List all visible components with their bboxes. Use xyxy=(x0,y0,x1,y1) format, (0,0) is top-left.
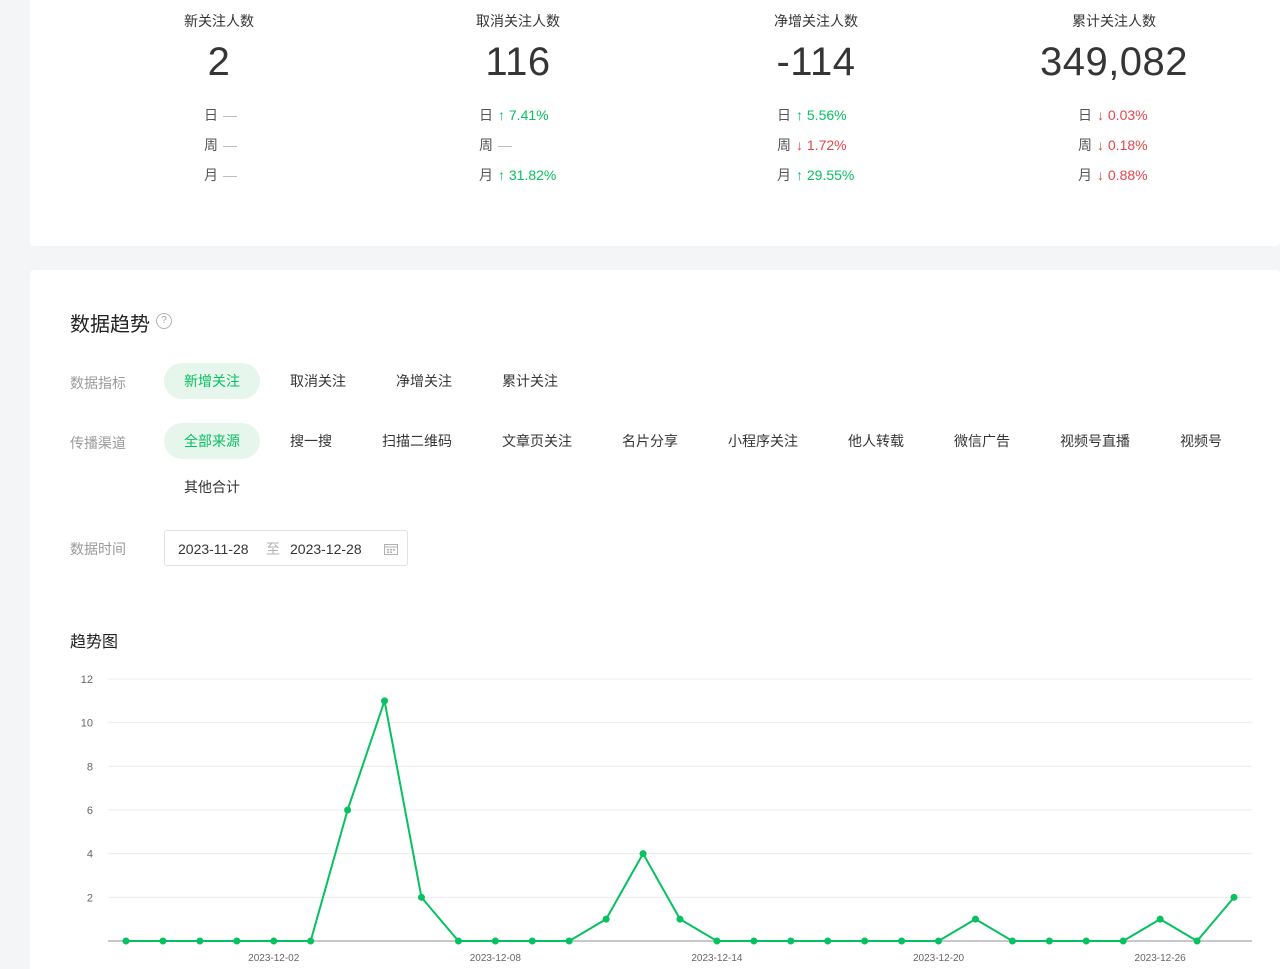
stat-row-label: 周 xyxy=(777,137,791,153)
stat-row-delta: ↓ 0.18% xyxy=(1097,137,1148,153)
data-point xyxy=(602,915,610,923)
stat-row-day: 日 ↑ 5.56% xyxy=(772,105,847,125)
y-tick-label: 8 xyxy=(87,761,93,773)
data-point xyxy=(1230,893,1238,901)
stat-row-label: 周 xyxy=(204,137,218,153)
stat-value: 349,082 xyxy=(1039,40,1189,84)
stat-row-label: 周 xyxy=(479,137,493,153)
data-point xyxy=(1119,937,1127,945)
stat-row-label: 月 xyxy=(204,167,218,183)
stat-title: 累计关注人数 xyxy=(1072,13,1156,29)
stat-row-delta: ↓ 0.88% xyxy=(1097,167,1148,183)
stat-row-day: 日 — xyxy=(199,105,237,125)
series-line xyxy=(126,699,1235,942)
x-tick-label: 2023-12-08 xyxy=(470,953,522,964)
data-point xyxy=(935,937,943,945)
data-point xyxy=(159,937,167,945)
y-tick-label: 2 xyxy=(87,892,93,904)
data-point xyxy=(713,937,721,945)
stat-title: 取消关注人数 xyxy=(476,13,560,29)
stat-row-day: 日 ↓ 0.03% xyxy=(1073,105,1148,125)
data-point xyxy=(1045,937,1053,945)
x-tick-label: 2023-12-02 xyxy=(248,953,300,964)
data-point xyxy=(1082,937,1090,945)
data-point xyxy=(971,915,979,923)
stat-row-label: 月 xyxy=(1078,167,1092,183)
stat-row-label: 日 xyxy=(479,107,493,123)
data-point xyxy=(824,937,832,945)
data-point xyxy=(1156,915,1164,923)
stat-row-month: 月 ↑ 31.82% xyxy=(474,165,556,185)
data-point xyxy=(861,937,869,945)
stat-row-month: 月 ↑ 29.55% xyxy=(772,165,854,185)
stat-row-label: 周 xyxy=(1078,137,1092,153)
stat-row-week: 周 — xyxy=(199,135,237,155)
stat-row-delta: ↑ 7.41% xyxy=(498,107,549,123)
stat-row-delta: — xyxy=(223,137,237,153)
data-point xyxy=(676,915,684,923)
x-tick-label: 2023-12-20 xyxy=(913,953,965,964)
data-point xyxy=(491,937,499,945)
data-point xyxy=(417,893,425,901)
y-tick-label: 6 xyxy=(87,805,93,817)
data-point xyxy=(528,937,536,945)
data-point xyxy=(122,937,130,945)
trend-line-chart: 2 4 6 8 10 12 2023-12-02 2023-12-08 2023-12-14 20… xyxy=(81,674,1252,964)
stat-value: 116 xyxy=(485,40,551,84)
stat-row-month: 月 — xyxy=(199,165,237,185)
data-point xyxy=(307,937,315,945)
data-point xyxy=(787,937,795,945)
stat-title: 新关注人数 xyxy=(184,13,254,29)
stat-row-delta: ↑ 29.55% xyxy=(796,167,855,183)
data-point xyxy=(381,697,389,705)
data-point xyxy=(270,937,278,945)
x-tick-label: 2023-12-14 xyxy=(691,953,743,964)
stat-value: 2 xyxy=(207,40,231,84)
stat-title: 净增关注人数 xyxy=(774,13,858,29)
data-point xyxy=(233,937,241,945)
y-tick-label: 10 xyxy=(81,718,93,730)
stat-row-delta: ↑ 31.82% xyxy=(498,167,557,183)
data-point xyxy=(639,850,647,858)
stat-row-day: 日 ↑ 7.41% xyxy=(474,105,549,125)
data-point xyxy=(196,937,204,945)
stat-row-delta: ↓ 1.72% xyxy=(796,137,847,153)
stat-row-delta: ↓ 0.03% xyxy=(1097,107,1148,123)
stat-row-delta: — xyxy=(498,137,512,153)
stat-row-delta: — xyxy=(223,107,237,123)
data-point xyxy=(1008,937,1016,945)
data-point xyxy=(344,806,352,814)
stat-row-label: 月 xyxy=(777,167,791,183)
trend-card: 数据趋势 ? 数据指标 新增关注 取消关注 净增关注 累计关注 传播渠道 全部来… xyxy=(30,270,1280,969)
data-point xyxy=(898,937,906,945)
y-tick-label: 12 xyxy=(81,674,93,686)
data-point xyxy=(454,937,462,945)
y-tick-label: 4 xyxy=(87,849,93,861)
x-tick-label: 2023-12-26 xyxy=(1135,953,1187,964)
data-point xyxy=(750,937,758,945)
stat-value: -114 xyxy=(776,40,856,84)
stat-row-month: 月 ↓ 0.88% xyxy=(1073,165,1148,185)
stat-row-week: 周 ↓ 0.18% xyxy=(1073,135,1148,155)
stat-row-label: 日 xyxy=(204,107,218,123)
stat-row-label: 日 xyxy=(777,107,791,123)
stat-row-week: 周 ↓ 1.72% xyxy=(772,135,847,155)
stat-row-label: 月 xyxy=(479,167,493,183)
stats-card: 新关注人数 2 日 — 周 — 月 — 取消关注人数 116 日 ↑ 7.41% 周 — … xyxy=(30,0,1280,246)
data-point xyxy=(1193,937,1201,945)
stat-row-label: 日 xyxy=(1078,107,1092,123)
stat-row-delta: ↑ 5.56% xyxy=(796,107,847,123)
stat-row-delta: — xyxy=(223,167,237,183)
stat-row-week: 周 — xyxy=(474,135,512,155)
data-point xyxy=(565,937,573,945)
